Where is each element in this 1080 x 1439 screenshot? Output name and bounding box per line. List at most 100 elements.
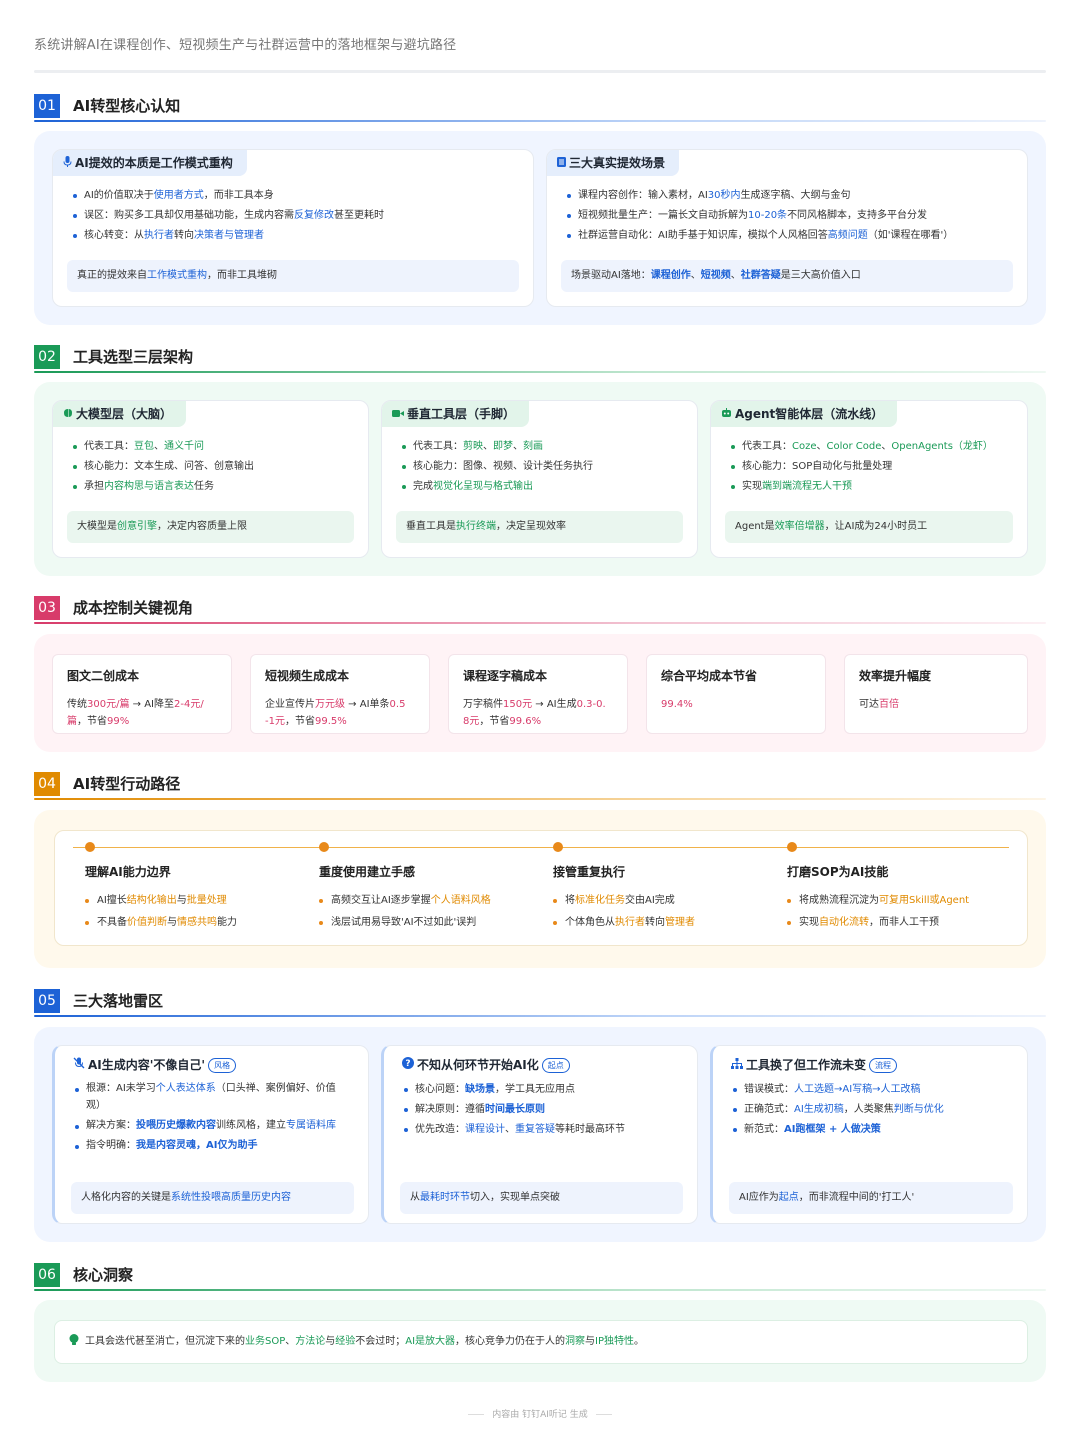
highlight-text: 300元/篇 (87, 699, 130, 710)
section-title: 三大落地雷区 (73, 992, 164, 1010)
highlight-text: 短视频 (700, 270, 731, 281)
text-segment: AI的价值取决于 (84, 190, 154, 201)
section-underline (34, 622, 1046, 624)
section-number: 06 (34, 1263, 60, 1287)
list-item: 核心能力：图像、视频、设计类任务执行 (402, 457, 683, 477)
cost-card: 综合平均成本节省 99.4% (646, 654, 826, 734)
text-segment: 实现 (799, 917, 819, 928)
text-segment: 传统 (67, 699, 87, 710)
highlight-text: 我是内容灵魂，AI仅为助手 (136, 1140, 258, 1151)
cost-title: 短视频生成成本 (265, 669, 350, 683)
card-title: AI生成内容'不像自己' (88, 1058, 206, 1072)
section-title: 成本控制关键视角 (73, 599, 194, 617)
section-02-band: 大模型层（大脑） 代表工具：豆包、通义千问 核心能力：文本生成、问答、创意输出 … (34, 382, 1046, 576)
section-number: 04 (34, 772, 60, 796)
highlight-text: 10-20条 (748, 210, 788, 221)
highlight-text: 批量处理 (186, 895, 227, 906)
summary-note: 真正的提效来自工作模式重构，而非工具堆砌 (67, 260, 519, 292)
list-item: 误区：购买多工具却仅用基础功能，生成内容需反复修改甚至更耗时 (73, 206, 519, 226)
footer-divider (468, 1414, 485, 1415)
text-segment: 企业宣传片 (265, 699, 315, 710)
section-05-header: 05 三大落地雷区 (34, 989, 1046, 1017)
card-agent-layer: Agent智能体层（流水线） 代表工具：Coze、Color Code、Open… (710, 400, 1028, 558)
step-title: 接管重复执行 (553, 865, 626, 879)
highlight-text: 万元级 (315, 699, 345, 710)
text-segment: 代表工具： (742, 441, 792, 452)
cost-line: 篇，节省99% (67, 713, 217, 730)
highlight-text: 8元 (463, 716, 480, 727)
highlight-text: 缺场景 (465, 1084, 495, 1095)
step-title: 理解AI能力边界 (85, 865, 171, 879)
point-list: 错误模式：人工选题→AI写稿→人工改稿 正确范式：AI生成初稿，人类聚焦判断与优… (733, 1080, 1009, 1140)
highlight-text: 自动化流转 (819, 917, 869, 928)
section-04-band: 理解AI能力边界 AI擅长结构化输出与批量处理 不具备价值判断与情感共鸣能力 重… (34, 810, 1046, 968)
text-segment: 任务 (194, 481, 214, 492)
cost-line: 可达百倍 (859, 696, 1013, 713)
insight-card: 工具会迭代甚至消亡，但沉淀下来的业务SOP、方法论与经验不会过时；AI是放大器，… (54, 1320, 1028, 1364)
highlight-text: 情感共鸣 (177, 917, 217, 928)
text-segment: 指令明确： (86, 1140, 136, 1151)
cost-line: 万字稿件150元 → AI生成0.3-0. (463, 696, 613, 713)
text-segment: 课程内容创作：输入素材，AI (578, 190, 708, 201)
section-01-header: 01 AI转型核心认知 (34, 94, 1046, 122)
text-segment: 核心问题： (415, 1084, 465, 1095)
card-title: 工具换了但工作流未变 (746, 1058, 867, 1072)
summary-note: Agent是效率倍增器，让AI成为24小时员工 (725, 511, 1013, 543)
list-item: 指令明确：我是内容灵魂，AI仅为助手 (75, 1137, 350, 1154)
cost-title: 综合平均成本节省 (661, 669, 758, 683)
section-title: AI转型核心认知 (73, 97, 181, 115)
list-item: 个体角色从执行者转向管理者 (553, 912, 783, 934)
card-header: 大模型层（大脑） (53, 401, 187, 428)
text-segment: 与 (176, 895, 187, 906)
text-segment: 不同风格脚本，支持多平台分发 (787, 210, 928, 221)
highlight-text: 视觉化呈现与格式输出 (433, 481, 533, 492)
cost-card: 短视频生成成本 企业宣传片万元级 → AI单条0.5 -1元，节省99.5% (250, 654, 430, 734)
highlight-text: 管理者 (665, 917, 695, 928)
text-segment: ，而非工具本身 (203, 190, 274, 201)
text-segment: 、 (816, 441, 827, 452)
hierarchy-icon (731, 1058, 743, 1072)
text-segment: 短视频批量生产：一篇长文自动拆解为 (578, 210, 748, 221)
text-segment: 与 (167, 917, 177, 928)
brain-icon (63, 402, 73, 428)
text-segment: ，而非工具堆砌 (207, 270, 277, 281)
highlight-text: OpenAgents（龙虾） (891, 441, 993, 452)
card-header: 垂直工具层（手脚） (382, 401, 530, 428)
text-segment: 错误模式： (744, 1084, 794, 1095)
highlight-text: 通义千问 (164, 441, 204, 452)
question-circle-icon: ? (402, 1057, 414, 1072)
text-segment: 人格化内容的关键是 (81, 1192, 171, 1203)
section-01-band: AI提效的本质是工作模式重构 AI的价值取决于使用者方式，而非工具本身 误区：购… (34, 131, 1046, 325)
list-item: 解决方案：投喂历史爆款内容训练风格，建立专属语料库 (75, 1117, 350, 1134)
card-ai-efficiency: AI提效的本质是工作模式重构 AI的价值取决于使用者方式，而非工具本身 误区：购… (52, 149, 534, 307)
highlight-text: 端到端流程无人干预 (762, 481, 852, 492)
card-header: AI提效的本质是工作模式重构 (53, 150, 247, 176)
card-header: ? 不知从何环节开始AI化 起点 (402, 1056, 570, 1073)
list-item: 实现自动化流转，而非人工干预 (787, 912, 1017, 934)
text-segment: 万字稿件 (463, 699, 503, 710)
highlight-text: 决策者与管理者 (194, 230, 264, 241)
section-title: 核心洞察 (73, 1266, 134, 1284)
text-segment: 切入，实现单点突破 (470, 1192, 560, 1203)
cost-detail: 可达百倍 (859, 696, 1013, 713)
text-segment: Agent是 (735, 521, 775, 532)
card-title: 三大真实提效场景 (569, 156, 666, 170)
point-list: 根源：AI未学习个人表达体系（口头禅、案例偏好、价值观） 解决方案：投喂历史爆款… (75, 1080, 350, 1154)
highlight-text: 专属语料库 (286, 1120, 336, 1131)
text-segment: 、 (690, 270, 701, 281)
video-camera-icon (392, 402, 404, 428)
highlight-text: 剪映 (463, 441, 483, 452)
cost-title: 课程逐字稿成本 (463, 669, 548, 683)
point-list: 高频交互让AI逐步掌握个人语料风格 浅层试用易导致'AI不过如此'误判 (319, 890, 549, 934)
card-three-scenarios: 三大真实提效场景 课程内容创作：输入素材，AI30秒内生成逐字稿、大纲与金句 短… (546, 149, 1028, 307)
text-segment: 甚至更耗时 (334, 210, 384, 221)
text-segment: 、 (730, 270, 741, 281)
text-segment: 真正的提效来自 (77, 270, 147, 281)
card-header: 工具换了但工作流未变 流程 (731, 1056, 898, 1073)
highlight-text: 经验 (335, 1336, 356, 1347)
highlight-text: 99% (107, 716, 130, 727)
text-segment: 能力 (217, 917, 237, 928)
summary-note: 垂直工具是执行终端，决定呈现效率 (396, 511, 683, 543)
text-segment: 高频交互让AI逐步掌握 (331, 895, 431, 906)
highlight-text: 99.5% (314, 716, 347, 727)
